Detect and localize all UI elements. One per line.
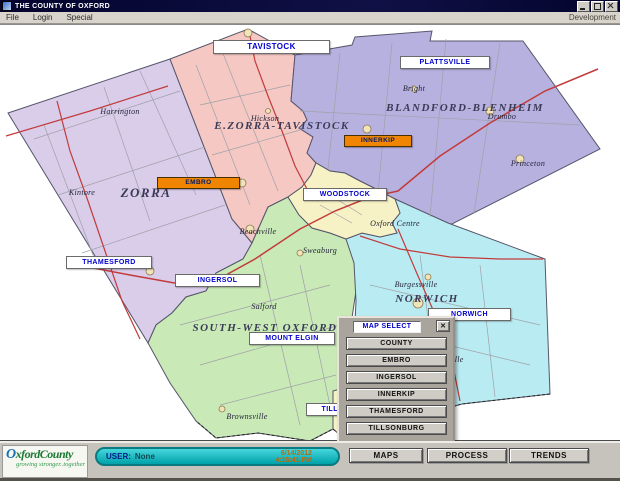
oxford-county-logo: OxfordCounty growing stronger..together [2,445,88,478]
app-window: THE COUNTY OF OXFORD File Login Special … [0,0,620,481]
process-button[interactable]: PROCESS [427,448,507,463]
date-value: 6/14/2012 [281,450,312,457]
dialog-close-button[interactable]: ✕ [436,320,450,332]
datetime-display: 6/14/2012 4:15:41 PM [275,450,312,464]
town-drumbo: Drumbo [488,112,516,121]
menu-bar: File Login Special Development [0,12,620,24]
time-value: 4:15:41 PM [275,457,312,464]
dialog-button-embro[interactable]: EMBRO [346,354,447,367]
county-map [0,25,620,441]
map-label-plattsville[interactable]: PLATTSVILLE [400,56,490,69]
town-oxford-centre: Oxford Centre [370,219,420,228]
title-bar: THE COUNTY OF OXFORD [0,0,620,12]
logo-tagline: growing stronger..together [16,461,87,469]
menu-special[interactable]: Special [64,13,94,22]
dialog-button-county[interactable]: COUNTY [346,337,447,350]
map-label-ingersol[interactable]: INGERSOL [175,274,260,287]
town-beachville: Beachville [240,227,277,236]
map-label-tavistock[interactable]: TAVISTOCK [213,40,330,54]
app-icon [2,1,12,11]
user-label: USER: [106,452,131,461]
user-status-pill: USER: None 6/14/2012 4:15:41 PM [95,447,340,466]
town-salford: Salford [251,302,276,311]
logo-text: OxfordCounty [6,448,87,461]
minimize-button[interactable] [577,1,590,12]
maximize-button[interactable] [591,1,604,12]
dialog-button-thamesford[interactable]: THAMESFORD [346,405,447,418]
town-hickson: Hickson [251,114,279,123]
dialog-button-ingersol[interactable]: INGERSOL [346,371,447,384]
development-label: Development [569,13,616,22]
trends-button[interactable]: TRENDS [509,448,589,463]
town-princeton: Princeton [511,159,545,168]
town-sweaburg: Sweaburg [303,246,337,255]
region-label-e-zorra-tavistock: E.ZORRA-TAVISTOCK [214,120,349,132]
town-bright: Bright [403,84,425,93]
status-bar: OxfordCounty growing stronger..together … [0,441,620,481]
close-button[interactable] [605,1,618,12]
map-select-dialog-title: MAP SELECT [353,321,421,333]
town-burgessville: Burgessville [395,280,438,289]
map-label-innerkip[interactable]: INNERKIP [344,135,412,147]
map-select-dialog: MAP SELECT ✕ COUNTY EMBRO INGERSOL INNER… [337,316,455,441]
map-canvas: ZORRA E.ZORRA-TAVISTOCK BLANDFORD-BLENHE… [0,24,620,441]
region-label-blandford-blenheim: BLANDFORD-BLENHEIM [386,102,544,114]
window-title: THE COUNTY OF OXFORD [15,3,577,10]
dialog-button-tillsonburg[interactable]: TILLSONBURG [346,422,447,435]
map-label-embro[interactable]: EMBRO [157,177,240,189]
region-label-norwich: NORWICH [395,293,458,305]
town-harrington: Harrington [100,107,139,116]
menu-file[interactable]: File [4,13,21,22]
user-value: None [135,452,155,461]
town-brownsville: Brownsville [226,412,267,421]
dialog-button-innerkip[interactable]: INNERKIP [346,388,447,401]
map-label-mount-elgin[interactable]: MOUNT ELGIN [249,332,335,345]
map-label-thamesford[interactable]: THAMESFORD [66,256,152,269]
town-kintore: Kintore [69,188,95,197]
menu-login[interactable]: Login [31,13,55,22]
maps-button[interactable]: MAPS [349,448,423,463]
map-label-woodstock[interactable]: WOODSTOCK [303,188,387,201]
